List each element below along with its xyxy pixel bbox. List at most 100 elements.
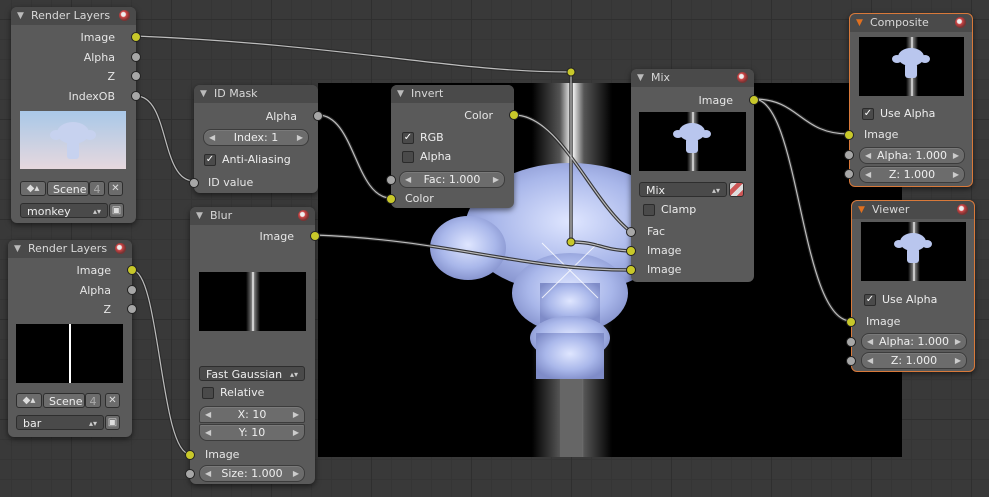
invert-node[interactable]: ▼ Invert Color ✓ RGB Alpha ◀ Fac: 1.000 ▶ C… bbox=[386, 85, 519, 208]
output-socket-indexob[interactable] bbox=[131, 91, 141, 101]
scene-name-field[interactable]: Scene bbox=[43, 393, 85, 408]
decrement-icon[interactable]: ◀ bbox=[205, 407, 211, 422]
scene-name-field[interactable]: Scene bbox=[47, 181, 89, 196]
node-preview-icon[interactable] bbox=[115, 243, 126, 254]
decrement-icon[interactable]: ◀ bbox=[865, 167, 871, 182]
node-header[interactable]: ▼ Mix bbox=[631, 69, 754, 87]
collapse-triangle-icon[interactable]: ▼ bbox=[14, 240, 21, 258]
node-header[interactable]: ▼ Render Layers bbox=[11, 7, 136, 25]
decrement-icon[interactable]: ◀ bbox=[865, 148, 871, 163]
collapse-triangle-icon[interactable]: ▼ bbox=[17, 7, 24, 25]
collapse-triangle-icon[interactable]: ▼ bbox=[397, 85, 404, 103]
node-preview-icon[interactable] bbox=[119, 10, 130, 21]
render-layer-dropdown[interactable]: bar ▴▾ bbox=[16, 415, 104, 430]
increment-icon[interactable]: ▶ bbox=[297, 130, 303, 145]
input-socket-size[interactable] bbox=[185, 469, 195, 479]
node-preview-icon[interactable] bbox=[955, 17, 966, 28]
viewer-node[interactable]: ▼ Viewer ✓ Use Alpha Image ◀ Alpha: 1.000 ▶… bbox=[846, 200, 975, 372]
decrement-icon[interactable]: ◀ bbox=[867, 334, 873, 349]
unlink-icon[interactable]: ✕ bbox=[108, 181, 123, 196]
collapse-triangle-icon[interactable]: ▼ bbox=[200, 85, 207, 103]
id-mask-node[interactable]: ▼ ID Mask Alpha ◀ Index: 1 ▶ ✓ Anti-Aliasin… bbox=[189, 85, 323, 193]
reroute-point[interactable] bbox=[566, 67, 576, 77]
node-preview-icon[interactable] bbox=[737, 72, 748, 83]
decrement-icon[interactable]: ◀ bbox=[867, 353, 873, 368]
input-socket-id-value[interactable] bbox=[189, 178, 199, 188]
use-alpha-checkbox[interactable]: ✓ bbox=[864, 294, 876, 306]
scene-browse-icon[interactable]: ◆▴ bbox=[20, 181, 46, 196]
rgb-checkbox[interactable]: ✓ bbox=[402, 132, 414, 144]
output-socket-z[interactable] bbox=[131, 71, 141, 81]
input-socket-z[interactable] bbox=[844, 169, 854, 179]
output-socket-image[interactable] bbox=[749, 95, 759, 105]
node-header[interactable]: ▼ ID Mask bbox=[194, 85, 318, 103]
use-alpha-checkbox[interactable]: ✓ bbox=[862, 108, 874, 120]
decrement-icon[interactable]: ◀ bbox=[209, 130, 215, 145]
z-field[interactable]: ◀ Z: 1.000 ▶ bbox=[861, 352, 967, 369]
input-socket-image-2[interactable] bbox=[626, 265, 636, 275]
alpha-field[interactable]: ◀ Alpha: 1.000 ▶ bbox=[859, 147, 965, 164]
input-socket-fac[interactable] bbox=[626, 227, 636, 237]
collapse-triangle-icon[interactable]: ▼ bbox=[196, 207, 203, 225]
collapse-triangle-icon[interactable]: ▼ bbox=[637, 69, 644, 87]
input-socket-z[interactable] bbox=[846, 356, 856, 366]
use-alpha-toggle-icon[interactable] bbox=[729, 182, 744, 197]
blend-mode-dropdown[interactable]: Mix ▴▾ bbox=[639, 182, 727, 197]
input-socket-alpha[interactable] bbox=[844, 150, 854, 160]
node-preview-icon[interactable] bbox=[957, 204, 968, 215]
increment-icon[interactable]: ▶ bbox=[293, 407, 299, 422]
node-preview-icon[interactable] bbox=[298, 210, 309, 221]
relative-checkbox[interactable] bbox=[202, 387, 214, 399]
render-layers-node-1[interactable]: ▼ Render Layers Image Alpha Z IndexOB ◆▴ … bbox=[11, 7, 141, 223]
fac-field[interactable]: ◀ Fac: 1.000 ▶ bbox=[399, 171, 505, 188]
alpha-field[interactable]: ◀ Alpha: 1.000 ▶ bbox=[861, 333, 967, 350]
composite-node[interactable]: ▼ Composite ✓ Use Alpha Image ◀ Alpha: 1.0… bbox=[844, 13, 973, 187]
blur-node[interactable]: ▼ Blur Image Fast Gaussian ▴▾ Relative ◀ X:… bbox=[185, 207, 320, 484]
increment-icon[interactable]: ▶ bbox=[955, 353, 961, 368]
increment-icon[interactable]: ▶ bbox=[293, 425, 299, 440]
z-field[interactable]: ◀ Z: 1.000 ▶ bbox=[859, 166, 965, 183]
increment-icon[interactable]: ▶ bbox=[493, 172, 499, 187]
input-socket-fac[interactable] bbox=[386, 175, 396, 185]
increment-icon[interactable]: ▶ bbox=[955, 334, 961, 349]
input-socket-image[interactable] bbox=[844, 130, 854, 140]
output-socket-z[interactable] bbox=[127, 304, 137, 314]
mix-node[interactable]: ▼ Mix Image Mix ▴▾ Clamp Fac Image Image bbox=[626, 69, 759, 282]
output-socket-alpha[interactable] bbox=[131, 52, 141, 62]
decrement-icon[interactable]: ◀ bbox=[205, 425, 211, 440]
increment-icon[interactable]: ▶ bbox=[293, 466, 299, 481]
output-socket-color[interactable] bbox=[509, 110, 519, 120]
render-layer-dropdown[interactable]: monkey ▴▾ bbox=[20, 203, 108, 218]
input-socket-image[interactable] bbox=[846, 317, 856, 327]
increment-icon[interactable]: ▶ bbox=[953, 167, 959, 182]
input-socket-color[interactable] bbox=[386, 194, 396, 204]
increment-icon[interactable]: ▶ bbox=[953, 148, 959, 163]
input-socket-alpha[interactable] bbox=[846, 337, 856, 347]
node-header[interactable]: ▼ Render Layers bbox=[8, 240, 132, 258]
output-socket-alpha[interactable] bbox=[127, 285, 137, 295]
input-socket-image-1[interactable] bbox=[626, 246, 636, 256]
output-socket-image[interactable] bbox=[127, 265, 137, 275]
input-socket-image[interactable] bbox=[185, 450, 195, 460]
output-socket-alpha[interactable] bbox=[313, 111, 323, 121]
render-camera-icon[interactable]: ▣ bbox=[109, 203, 124, 218]
size-y-field[interactable]: ◀ Y: 10 ▶ bbox=[199, 424, 305, 441]
size-x-field[interactable]: ◀ X: 10 ▶ bbox=[199, 406, 305, 423]
output-socket-image[interactable] bbox=[131, 32, 141, 42]
size-field[interactable]: ◀ Size: 1.000 ▶ bbox=[199, 465, 305, 482]
collapse-triangle-icon[interactable]: ▼ bbox=[858, 201, 865, 219]
decrement-icon[interactable]: ◀ bbox=[205, 466, 211, 481]
unlink-icon[interactable]: ✕ bbox=[105, 393, 120, 408]
render-camera-icon[interactable]: ▣ bbox=[105, 415, 120, 430]
node-header[interactable]: ▼ Composite bbox=[850, 14, 972, 32]
filter-type-dropdown[interactable]: Fast Gaussian ▴▾ bbox=[199, 366, 305, 381]
alpha-checkbox[interactable] bbox=[402, 151, 414, 163]
output-socket-image[interactable] bbox=[310, 231, 320, 241]
render-layers-node-2[interactable]: ▼ Render Layers Image Alpha Z ◆▴ Scene 4 … bbox=[8, 240, 137, 437]
node-header[interactable]: ▼ Blur bbox=[190, 207, 315, 225]
decrement-icon[interactable]: ◀ bbox=[405, 172, 411, 187]
index-field[interactable]: ◀ Index: 1 ▶ bbox=[203, 129, 309, 146]
node-header[interactable]: ▼ Invert bbox=[391, 85, 514, 103]
anti-aliasing-checkbox[interactable]: ✓ bbox=[204, 154, 216, 166]
clamp-checkbox[interactable] bbox=[643, 204, 655, 216]
